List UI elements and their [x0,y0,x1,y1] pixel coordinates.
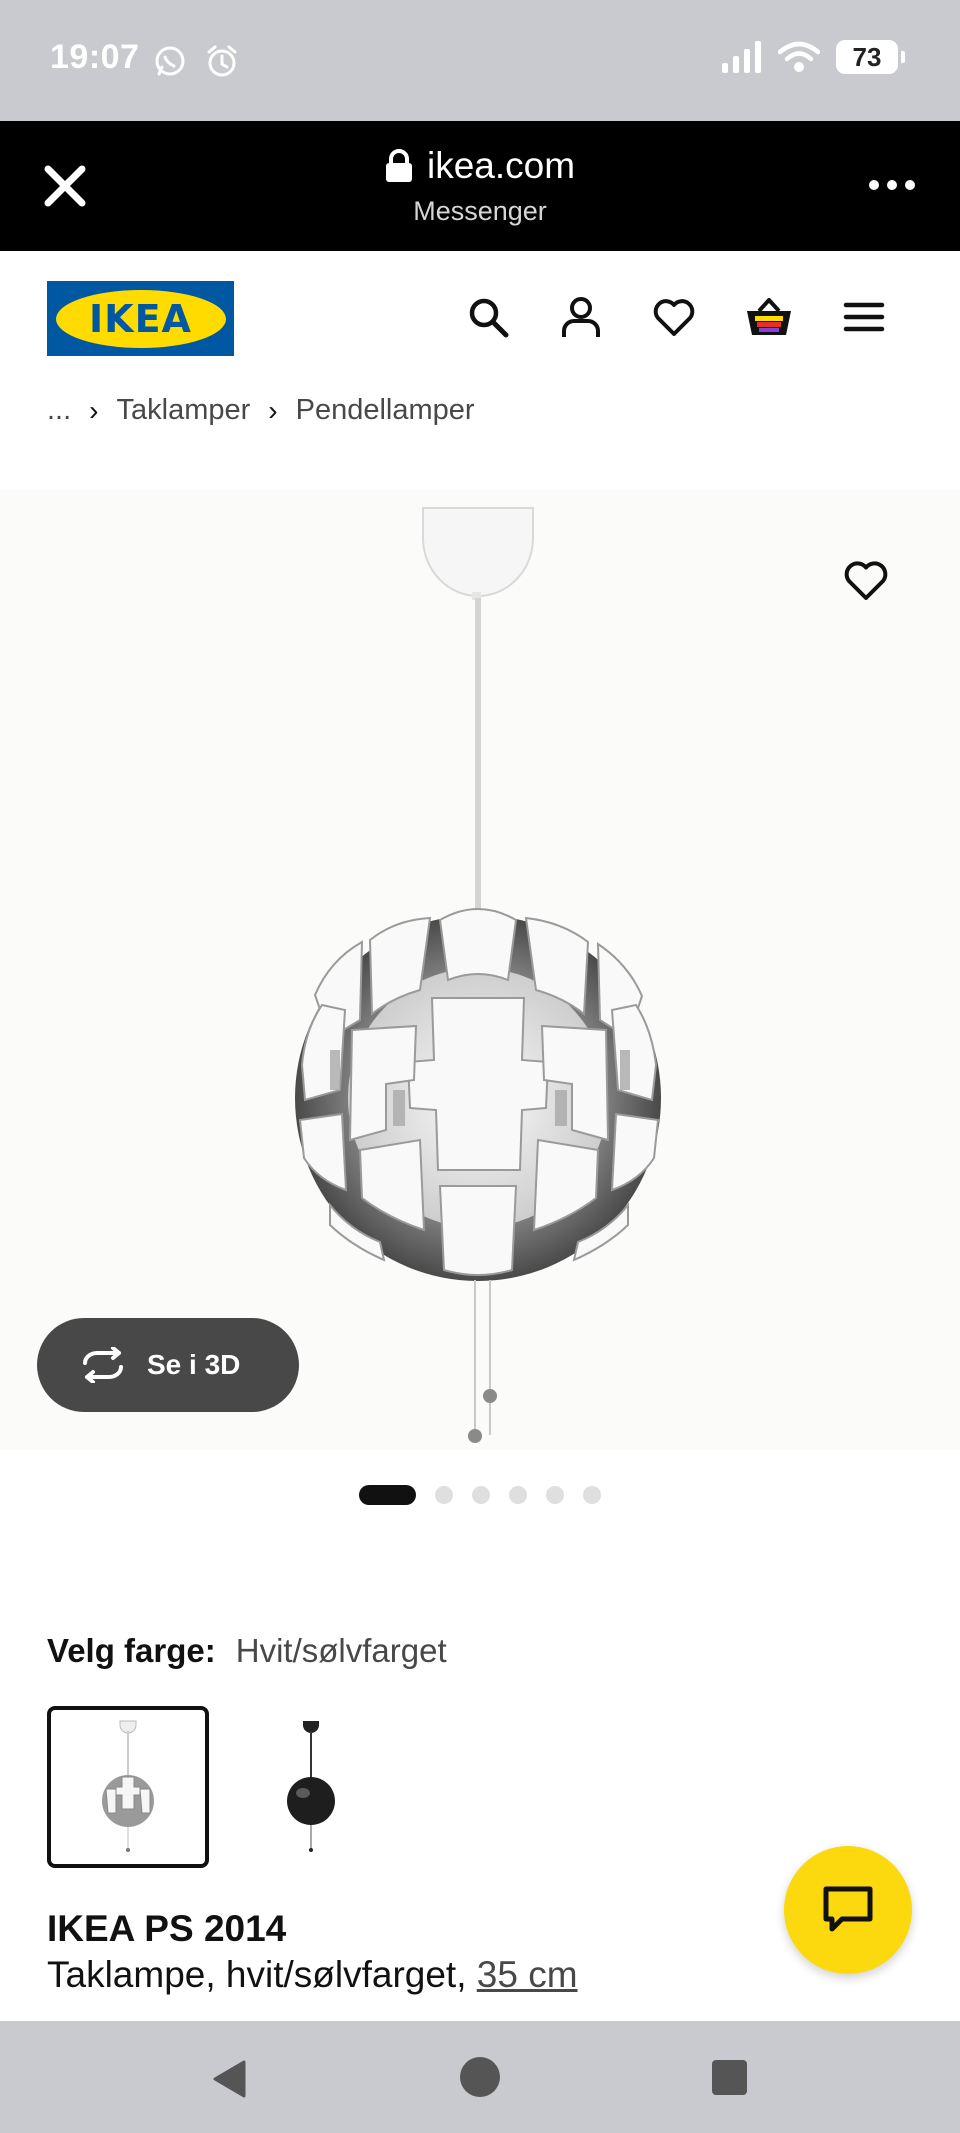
signal-icon [722,41,761,73]
alarm-icon [207,45,237,77]
product-description-text: Taklampe, hvit/sølvfarget, [47,1954,477,1995]
browser-domain: ikea.com [426,145,576,186]
color-option-white-silver[interactable] [47,1706,209,1868]
system-nav-bar [0,2021,960,2133]
product-image-area[interactable] [0,490,960,1450]
more-icon[interactable] [868,177,916,193]
breadcrumb-item-pendellamper[interactable]: Pendellamper [296,394,475,427]
gallery-dot[interactable] [435,1486,453,1504]
battery-level: 73 [852,41,882,72]
user-icon[interactable] [559,295,603,339]
color-value: Hvit/sølvfarget [235,1632,447,1669]
breadcrumb-item-taklamper[interactable]: Taklamper [117,394,251,427]
battery-icon: 73 [836,40,905,74]
gallery-pagination [359,1485,601,1505]
product-name: IKEA PS 2014 [47,1908,287,1949]
logo-text: IKEA [89,296,192,341]
gallery-dot[interactable] [472,1486,490,1504]
whatsapp-icon [155,46,185,76]
breadcrumb-ellipsis[interactable]: ... [47,394,71,427]
heart-icon[interactable] [652,295,696,339]
status-bar: 19:07 73 [0,0,960,121]
favorite-heart-icon[interactable] [842,556,890,604]
browser-title: ikea.com Messenger [0,145,960,227]
header-actions [466,295,886,339]
see-in-3d-button[interactable]: Se i 3D [37,1318,299,1412]
black-lamp-thumbnail [287,1721,335,1852]
browser-bar: ikea.com Messenger [0,121,960,251]
gallery-dot[interactable] [509,1486,527,1504]
lock-icon [385,149,412,182]
gallery-dot[interactable] [546,1486,564,1504]
logo-oval: IKEA [55,289,226,348]
color-label: Velg farge: [47,1632,216,1669]
product-size-link[interactable]: 35 cm [477,1954,578,1995]
breadcrumb: ... › Taklamper › Pendellamper [47,394,475,427]
chat-icon [823,1886,873,1932]
product-description: Taklampe, hvit/sølvfarget, 35 cm [47,1954,578,1996]
chat-button[interactable] [784,1846,912,1974]
ikea-logo[interactable]: IKEA [47,281,234,356]
search-icon[interactable] [466,295,510,339]
color-option-black[interactable] [230,1706,392,1868]
gallery-dot[interactable] [583,1486,601,1504]
color-selector-header: Velg farge: Hvit/sølvfarget [47,1632,447,1670]
chevron-right-icon: › [89,394,99,426]
home-icon[interactable] [460,2057,500,2097]
wifi-icon [778,41,820,72]
browser-subtitle: Messenger [413,196,547,226]
recent-apps-icon[interactable] [712,2060,747,2095]
menu-icon[interactable] [842,295,886,339]
see-in-3d-label: Se i 3D [147,1349,241,1380]
basket-icon[interactable] [745,295,793,339]
gallery-dot[interactable] [359,1485,416,1505]
white-lamp-thumbnail [102,1720,154,1852]
status-time: 19:07 [50,38,140,76]
rotate-3d-icon [83,1347,123,1383]
chevron-right-icon: › [268,394,278,426]
product-image[interactable] [0,490,960,1450]
back-icon[interactable] [210,2059,248,2099]
